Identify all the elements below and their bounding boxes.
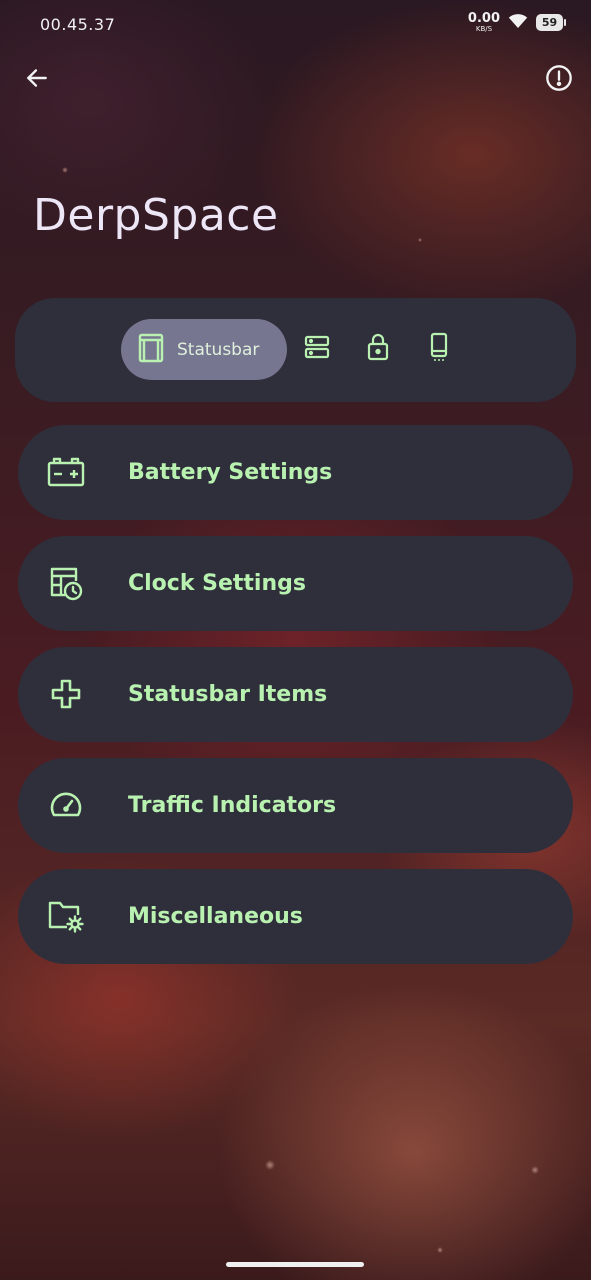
menu-item-traffic-indicators[interactable]: Traffic Indicators <box>18 758 573 853</box>
folder-settings-icon <box>46 896 86 936</box>
tab-device[interactable] <box>424 332 454 366</box>
page-title: DerpSpace <box>33 190 279 241</box>
speedometer-icon <box>46 785 86 825</box>
status-bar: 00.45.37 0.00 KB/S 59 <box>0 0 591 50</box>
lock-icon <box>366 333 390 365</box>
menu-item-miscellaneous[interactable]: Miscellaneous <box>18 869 573 964</box>
menu-item-battery-settings[interactable]: Battery Settings <box>18 425 573 520</box>
statusbar-icon <box>137 333 165 367</box>
calendar-clock-icon <box>46 563 86 603</box>
network-speed: 0.00 KB/S <box>468 12 500 33</box>
tab-lockscreen[interactable] <box>363 333 393 365</box>
menu-item-statusbar-items[interactable]: Statusbar Items <box>18 647 573 742</box>
network-speed-value: 0.00 <box>467 11 500 26</box>
menu-item-label: Statusbar Items <box>128 682 328 707</box>
arrow-left-icon <box>24 65 50 95</box>
category-tab-bar: Statusbar <box>15 298 576 402</box>
back-button[interactable] <box>15 58 59 102</box>
tab-quick-settings[interactable] <box>302 334 332 364</box>
menu-item-clock-settings[interactable]: Clock Settings <box>18 536 573 631</box>
info-button[interactable] <box>537 58 581 102</box>
menu-item-label: Battery Settings <box>128 460 333 485</box>
quick-settings-icon <box>304 335 330 363</box>
status-icons: 0.00 KB/S 59 <box>468 12 566 33</box>
wifi-icon <box>508 13 528 33</box>
plus-outline-icon <box>46 674 86 714</box>
battery-icon: 59 <box>536 14 566 31</box>
menu-item-label: Traffic Indicators <box>128 793 337 818</box>
tab-statusbar-label: Statusbar <box>177 339 260 360</box>
battery-level: 59 <box>541 16 558 29</box>
status-time: 00.45.37 <box>40 15 116 34</box>
network-speed-unit: KB/S <box>475 25 493 33</box>
battery-plus-icon <box>46 452 86 492</box>
tab-statusbar[interactable]: Statusbar <box>121 319 287 380</box>
menu-item-label: Miscellaneous <box>128 904 303 929</box>
phone-icon <box>429 332 449 366</box>
info-icon <box>545 64 573 96</box>
gesture-navigation-bar[interactable] <box>226 1262 364 1267</box>
menu-item-label: Clock Settings <box>128 571 306 596</box>
